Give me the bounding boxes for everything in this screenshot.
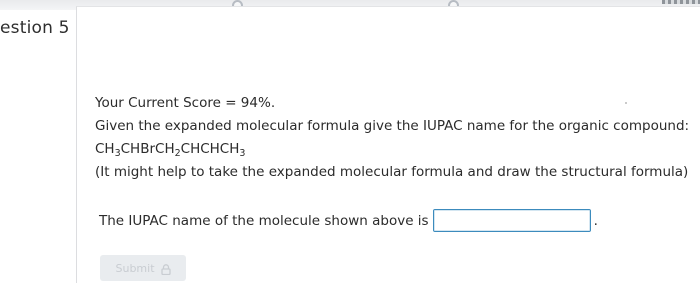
answer-row: The IUPAC name of the molecule shown abo…: [99, 209, 598, 232]
iupac-name-input[interactable]: [432, 209, 591, 232]
current-score-text: Your Current Score = 94%.: [95, 95, 276, 111]
question-content: Your Current Score = 94%. Given the expa…: [95, 92, 690, 184]
hint-text: (It might help to take the expanded mole…: [95, 163, 689, 180]
answer-period: .: [593, 212, 598, 229]
lock-icon: [160, 263, 171, 275]
question-prompt-text: Given the expanded molecular formula giv…: [95, 117, 690, 134]
answer-label: The IUPAC name of the molecule shown abo…: [99, 212, 429, 229]
molecular-formula: CH3CHBrCH2CHCHCH3: [95, 140, 246, 159]
question-page: estion 5 Your Current Score = 94%. Given…: [0, 0, 700, 283]
question-number-label: estion 5: [0, 18, 70, 38]
submit-button-label: Submit: [115, 261, 155, 275]
toolbar-edge-icon: [662, 0, 700, 4]
submit-button[interactable]: Submit: [100, 255, 186, 281]
